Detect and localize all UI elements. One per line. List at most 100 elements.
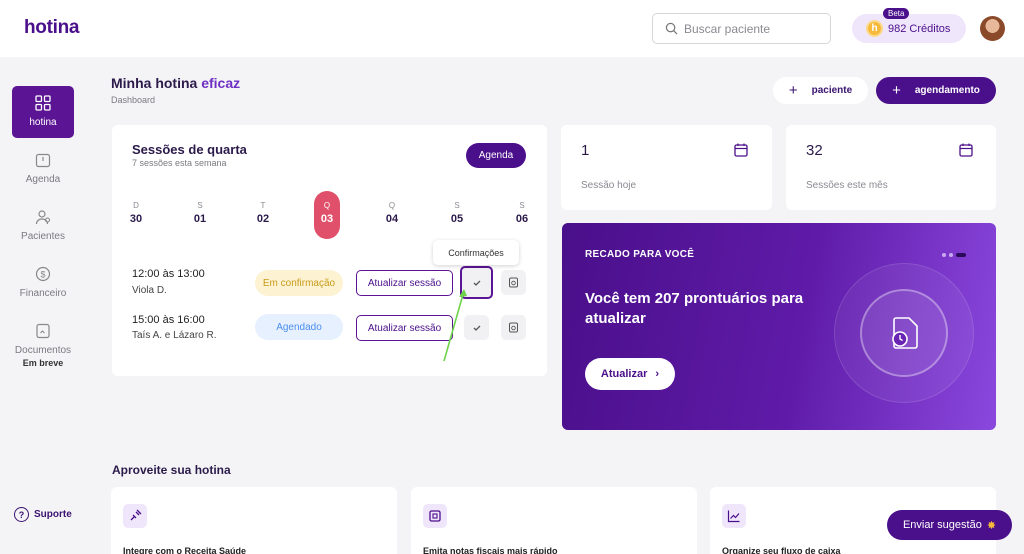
record-button[interactable] xyxy=(501,270,526,295)
plus-icon: + xyxy=(788,82,798,99)
day-letter: S xyxy=(454,201,460,210)
sidebar-item-label: Documentos xyxy=(14,345,72,356)
carousel-dot[interactable] xyxy=(942,253,946,257)
promo-kicker: RECADO PARA VOCÊ xyxy=(585,249,695,260)
day-letter: S xyxy=(197,201,203,210)
stat-label: Sessões este mês xyxy=(806,180,888,191)
day-letter: S xyxy=(519,201,525,210)
chevron-right-icon: › xyxy=(655,368,660,380)
day-number: 03 xyxy=(320,213,334,225)
document-icon xyxy=(36,323,50,339)
sessions-title: Sessões de quarta xyxy=(132,142,247,157)
beta-badge: Beta xyxy=(883,8,910,19)
status-badge: Em confirmação xyxy=(255,270,343,296)
support-label: Suporte xyxy=(34,509,72,520)
day-picker-item[interactable]: S 06 xyxy=(509,201,535,225)
send-suggestion-label: Enviar sugestão xyxy=(902,519,982,531)
sessions-subtitle: 7 sessões esta semana xyxy=(132,158,227,168)
page-title: Minha hotina eficaz xyxy=(111,75,240,91)
page-title-accent: eficaz xyxy=(201,75,241,91)
sidebar-item-hotina[interactable]: hotina xyxy=(12,86,74,138)
stat-label: Sessão hoje xyxy=(581,180,637,191)
carousel-dot-active[interactable] xyxy=(956,253,966,257)
day-number: 30 xyxy=(129,213,143,225)
day-letter: T xyxy=(260,201,266,210)
svg-text:$: $ xyxy=(40,270,45,280)
day-letter: D xyxy=(133,201,139,210)
day-letter: Q xyxy=(323,201,331,210)
coming-soon-label: Em breve xyxy=(22,358,64,368)
record-button[interactable] xyxy=(501,315,526,340)
session-time: 12:00 às 13:00 xyxy=(132,268,205,280)
send-suggestion-button[interactable]: Enviar sugestão ✸ xyxy=(887,510,1012,540)
sidebar-item-label: Pacientes xyxy=(21,231,65,242)
search-input[interactable] xyxy=(684,21,824,36)
users-icon xyxy=(35,210,51,225)
stat-card-month: 32 Sessões este mês xyxy=(786,125,996,210)
top-bar: hotina h 982 Créditos Beta xyxy=(0,0,1024,57)
document-clock-icon xyxy=(892,317,918,349)
sidebar-item-agenda[interactable]: Agenda xyxy=(12,152,74,185)
support-link[interactable]: ? Suporte xyxy=(14,507,72,522)
add-patient-label: paciente xyxy=(811,85,853,96)
status-badge: Agendado xyxy=(255,314,343,340)
chart-line-icon xyxy=(722,504,746,528)
update-session-button[interactable]: Atualizar sessão xyxy=(356,270,453,296)
promo-update-button[interactable]: Atualizar › xyxy=(585,358,675,390)
day-number: 06 xyxy=(515,213,529,225)
file-clock-icon xyxy=(509,277,518,288)
carousel-dots[interactable] xyxy=(942,253,966,257)
day-number: 05 xyxy=(450,213,464,225)
coin-icon: h xyxy=(866,20,883,37)
check-icon xyxy=(473,325,480,331)
feature-card-receita[interactable]: Integre com o Receita Saúde xyxy=(111,487,397,554)
promo-banner: RECADO PARA VOCÊ Você tem 207 prontuário… xyxy=(562,223,996,430)
sidebar: hotina Agenda Pacientes $ Financeiro Doc… xyxy=(0,57,84,554)
day-picker-item[interactable]: D 30 xyxy=(123,201,149,225)
file-clock-icon xyxy=(509,322,518,333)
plus-icon: + xyxy=(892,82,901,99)
calendar-icon xyxy=(35,153,51,168)
section-title: Aproveite sua hotina xyxy=(112,463,231,477)
calendar-icon xyxy=(959,143,973,157)
promo-title: Você tem 207 prontuários para atualizar xyxy=(585,290,804,327)
day-picker-item[interactable]: S 01 xyxy=(187,201,213,225)
sidebar-item-financeiro[interactable]: $ Financeiro xyxy=(12,266,74,299)
search-box[interactable] xyxy=(652,13,831,44)
feature-card-notas[interactable]: Emita notas fiscais mais rápido xyxy=(411,487,697,554)
credits-label: 982 Créditos xyxy=(888,22,951,35)
day-picker-item[interactable]: Q 04 xyxy=(379,201,405,225)
sidebar-item-label: hotina xyxy=(29,117,57,128)
plug-icon xyxy=(123,504,147,528)
carousel-dot[interactable] xyxy=(949,253,953,257)
day-picker-item[interactable]: S 05 xyxy=(444,201,470,225)
stat-card-today: 1 Sessão hoje xyxy=(561,125,772,210)
feature-text: Integre com o Receita Saúde xyxy=(123,546,247,554)
sidebar-item-label: Agenda xyxy=(25,174,61,185)
sidebar-item-documentos[interactable]: Documentos Em breve xyxy=(12,323,74,368)
agenda-button[interactable]: Agenda xyxy=(466,143,526,168)
feature-text: Organize seu fluxo de caixa xyxy=(722,546,841,554)
dollar-icon: $ xyxy=(35,266,51,282)
confirmations-tooltip: Confirmações xyxy=(433,240,519,265)
page-title-main: Minha hotina xyxy=(111,75,198,91)
calendar-icon xyxy=(734,143,748,157)
update-session-button[interactable]: Atualizar sessão xyxy=(356,315,453,341)
day-picker-item[interactable]: T 02 xyxy=(250,201,276,225)
day-number: 02 xyxy=(256,213,270,225)
add-patient-button[interactable]: + paciente xyxy=(773,77,868,104)
feature-text: Emita notas fiscais mais rápido xyxy=(423,546,558,554)
credits-pill[interactable]: h 982 Créditos xyxy=(852,14,966,43)
pointer-arrow-icon xyxy=(443,289,467,362)
receipt-icon xyxy=(423,504,447,528)
add-appointment-button[interactable]: + agendamento xyxy=(876,77,996,104)
session-patient: Viola D. xyxy=(132,285,167,296)
search-icon xyxy=(665,22,678,35)
day-picker-item-today[interactable]: Q 03 xyxy=(314,191,340,239)
app-logo[interactable]: hotina xyxy=(24,17,80,39)
session-patient: Taís A. e Lázaro R. xyxy=(132,330,217,341)
sidebar-item-pacientes[interactable]: Pacientes xyxy=(12,209,74,242)
sidebar-item-label: Financeiro xyxy=(19,288,67,299)
user-avatar[interactable] xyxy=(980,16,1005,41)
day-number: 04 xyxy=(385,213,399,225)
